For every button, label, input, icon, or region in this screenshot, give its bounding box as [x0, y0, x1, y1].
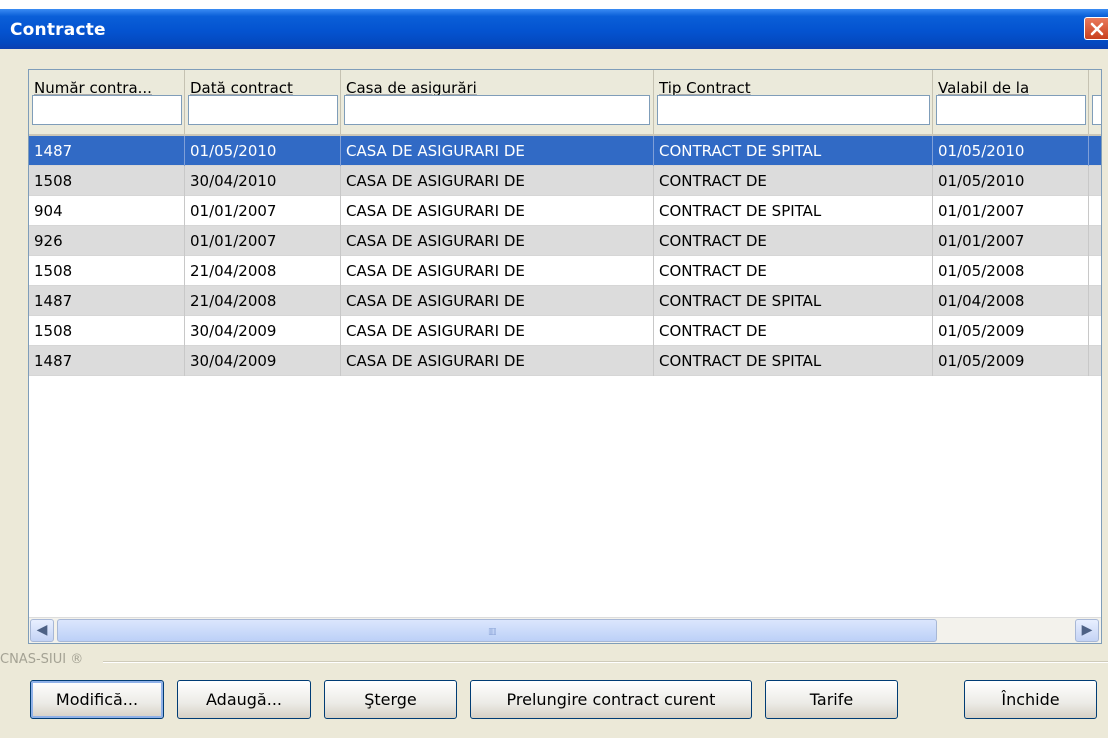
table-row[interactable]: 1487 30/04/2009 CASA DE ASIGURARI DE CONTRA… — [29, 346, 1101, 376]
cell-valid-from[interactable]: 01/05/2009 — [933, 346, 1089, 376]
close-button[interactable]: Închide — [964, 680, 1097, 719]
filter-insurance-house-input[interactable] — [344, 95, 650, 125]
column-header-contract-number[interactable]: Număr contra... — [29, 70, 185, 134]
cell-valid-from[interactable]: 01/01/2007 — [933, 226, 1089, 256]
delete-button[interactable]: Şterge — [324, 680, 457, 719]
cell-next-column[interactable] — [1089, 196, 1101, 226]
cell-valid-from[interactable]: 01/05/2010 — [933, 166, 1089, 196]
extend-contract-button[interactable]: Prelungire contract curent — [470, 680, 752, 719]
footer-divider — [103, 661, 1108, 663]
table-row[interactable]: 904 01/01/2007 CASA DE ASIGURARI DE CONTRAC… — [29, 196, 1101, 226]
cell-next-column[interactable] — [1089, 166, 1101, 196]
modify-button[interactable]: Modifică... — [30, 680, 164, 719]
cell-contract-type[interactable]: CONTRACT DE SPITAL — [654, 136, 933, 166]
cell-next-column[interactable] — [1089, 256, 1101, 286]
column-header-next[interactable] — [1089, 70, 1101, 134]
horizontal-scrollbar[interactable]: ◀ ▥ ▶ — [29, 617, 1101, 643]
cell-contract-number[interactable]: 1487 — [29, 346, 185, 376]
cell-contract-number[interactable]: 926 — [29, 226, 185, 256]
cell-valid-from[interactable]: 01/01/2007 — [933, 196, 1089, 226]
filter-next-column-input[interactable] — [1092, 95, 1101, 125]
cell-contract-date[interactable]: 21/04/2008 — [185, 256, 341, 286]
table-row[interactable]: 1487 01/05/2010 CASA DE ASIGURARI DE CONTRA… — [29, 136, 1101, 166]
brand-label: CNAS-SIUI ® — [0, 652, 84, 667]
column-header-contract-type[interactable]: Tip Contract — [654, 70, 933, 134]
cell-insurance-house[interactable]: CASA DE ASIGURARI DE — [341, 256, 654, 286]
cell-contract-number[interactable]: 1487 — [29, 136, 185, 166]
table-row[interactable]: 926 01/01/2007 CASA DE ASIGURARI DE CONTRAC… — [29, 226, 1101, 256]
grip-icon: ▥ — [488, 627, 497, 637]
cell-insurance-house[interactable]: CASA DE ASIGURARI DE — [341, 196, 654, 226]
arrow-left-icon: ◀ — [36, 622, 48, 638]
cell-contract-date[interactable]: 30/04/2010 — [185, 166, 341, 196]
close-window-button[interactable] — [1084, 17, 1108, 40]
table-row[interactable]: 1508 30/04/2009 CASA DE ASIGURARI DE CONTRA… — [29, 316, 1101, 346]
cell-valid-from[interactable]: 01/05/2010 — [933, 136, 1089, 166]
cell-contract-type[interactable]: CONTRACT DE — [654, 256, 933, 286]
cell-contract-number[interactable]: 904 — [29, 196, 185, 226]
window-titlebar: Contracte — [0, 0, 1108, 49]
cell-insurance-house[interactable]: CASA DE ASIGURARI DE — [341, 286, 654, 316]
cell-next-column[interactable] — [1089, 226, 1101, 256]
cell-valid-from[interactable]: 01/05/2009 — [933, 316, 1089, 346]
cell-next-column[interactable] — [1089, 316, 1101, 346]
table-row[interactable]: 1487 21/04/2008 CASA DE ASIGURARI DE CONTRA… — [29, 286, 1101, 316]
close-icon — [1090, 22, 1104, 36]
cell-contract-type[interactable]: CONTRACT DE SPITAL — [654, 286, 933, 316]
cell-contract-number[interactable]: 1508 — [29, 256, 185, 286]
cell-contract-number[interactable]: 1508 — [29, 316, 185, 346]
cell-contract-type[interactable]: CONTRACT DE — [654, 226, 933, 256]
cell-valid-from[interactable]: 01/04/2008 — [933, 286, 1089, 316]
cell-insurance-house[interactable]: CASA DE ASIGURARI DE — [341, 136, 654, 166]
cell-insurance-house[interactable]: CASA DE ASIGURARI DE — [341, 226, 654, 256]
filter-contract-type-input[interactable] — [657, 95, 930, 125]
tariffs-button[interactable]: Tarife — [765, 680, 898, 719]
cell-next-column[interactable] — [1089, 286, 1101, 316]
grid-header: Număr contra... Dată contract Casa de as… — [29, 70, 1101, 136]
cell-next-column[interactable] — [1089, 346, 1101, 376]
column-header-contract-date[interactable]: Dată contract — [185, 70, 341, 134]
scroll-right-button[interactable]: ▶ — [1075, 619, 1099, 642]
cell-contract-date[interactable]: 01/01/2007 — [185, 226, 341, 256]
cell-contract-date[interactable]: 21/04/2008 — [185, 286, 341, 316]
cell-contract-date[interactable]: 01/01/2007 — [185, 196, 341, 226]
cell-contract-date[interactable]: 30/04/2009 — [185, 316, 341, 346]
column-header-insurance-house[interactable]: Casa de asigurări — [341, 70, 654, 134]
cell-valid-from[interactable]: 01/05/2008 — [933, 256, 1089, 286]
cell-contract-type[interactable]: CONTRACT DE — [654, 166, 933, 196]
cell-next-column[interactable] — [1089, 136, 1101, 166]
arrow-right-icon: ▶ — [1081, 622, 1093, 638]
cell-contract-number[interactable]: 1508 — [29, 166, 185, 196]
cell-contract-type[interactable]: CONTRACT DE SPITAL — [654, 346, 933, 376]
filter-contract-date-input[interactable] — [188, 95, 338, 125]
cell-contract-type[interactable]: CONTRACT DE SPITAL — [654, 196, 933, 226]
cell-contract-number[interactable]: 1487 — [29, 286, 185, 316]
window-title: Contracte — [10, 20, 106, 40]
table-row[interactable]: 1508 30/04/2010 CASA DE ASIGURARI DE CONTRA… — [29, 166, 1101, 196]
cell-contract-type[interactable]: CONTRACT DE — [654, 316, 933, 346]
column-header-valid-from[interactable]: Valabil de la — [933, 70, 1089, 134]
table-row[interactable]: 1508 21/04/2008 CASA DE ASIGURARI DE CONTRA… — [29, 256, 1101, 286]
cell-insurance-house[interactable]: CASA DE ASIGURARI DE — [341, 316, 654, 346]
scrollbar-thumb[interactable]: ▥ — [57, 619, 937, 642]
filter-contract-number-input[interactable] — [32, 95, 182, 125]
cell-insurance-house[interactable]: CASA DE ASIGURARI DE — [341, 166, 654, 196]
cell-contract-date[interactable]: 30/04/2009 — [185, 346, 341, 376]
filter-valid-from-input[interactable] — [936, 95, 1086, 125]
cell-insurance-house[interactable]: CASA DE ASIGURARI DE — [341, 346, 654, 376]
scroll-left-button[interactable]: ◀ — [30, 619, 54, 642]
add-button[interactable]: Adaugă... — [177, 680, 311, 719]
titlebar-background — [0, 9, 1108, 49]
contracts-grid[interactable]: Număr contra... Dată contract Casa de as… — [28, 69, 1102, 644]
cell-contract-date[interactable]: 01/05/2010 — [185, 136, 341, 166]
